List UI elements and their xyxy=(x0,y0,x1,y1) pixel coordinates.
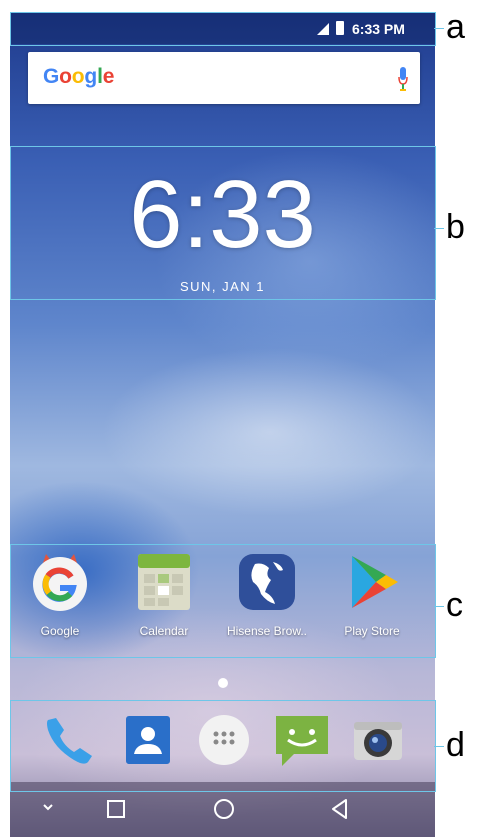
callout-label-b: b xyxy=(446,208,465,246)
google-logo-letter: G xyxy=(43,65,60,88)
callout-box-c xyxy=(10,544,436,658)
google-logo-letter: o xyxy=(71,65,85,88)
page-indicator-dot xyxy=(218,678,228,688)
google-logo-letter: g xyxy=(84,65,98,88)
callout-line-b xyxy=(434,228,444,229)
callout-label-c: c xyxy=(446,586,463,624)
google-logo-letter: e xyxy=(102,65,115,88)
google-logo-letter: o xyxy=(59,65,72,88)
callout-line-c xyxy=(434,606,444,607)
callout-label-a: a xyxy=(446,8,465,46)
callout-line-d xyxy=(434,746,444,747)
callout-line-a xyxy=(434,28,444,29)
callout-box-b xyxy=(10,146,436,300)
callout-label-d: d xyxy=(446,726,465,764)
callout-box-a xyxy=(10,12,436,46)
callout-box-d xyxy=(10,700,436,792)
google-logo: Google xyxy=(43,65,114,89)
google-search-bar[interactable]: Google xyxy=(28,52,420,104)
microphone-icon[interactable] xyxy=(398,67,408,91)
